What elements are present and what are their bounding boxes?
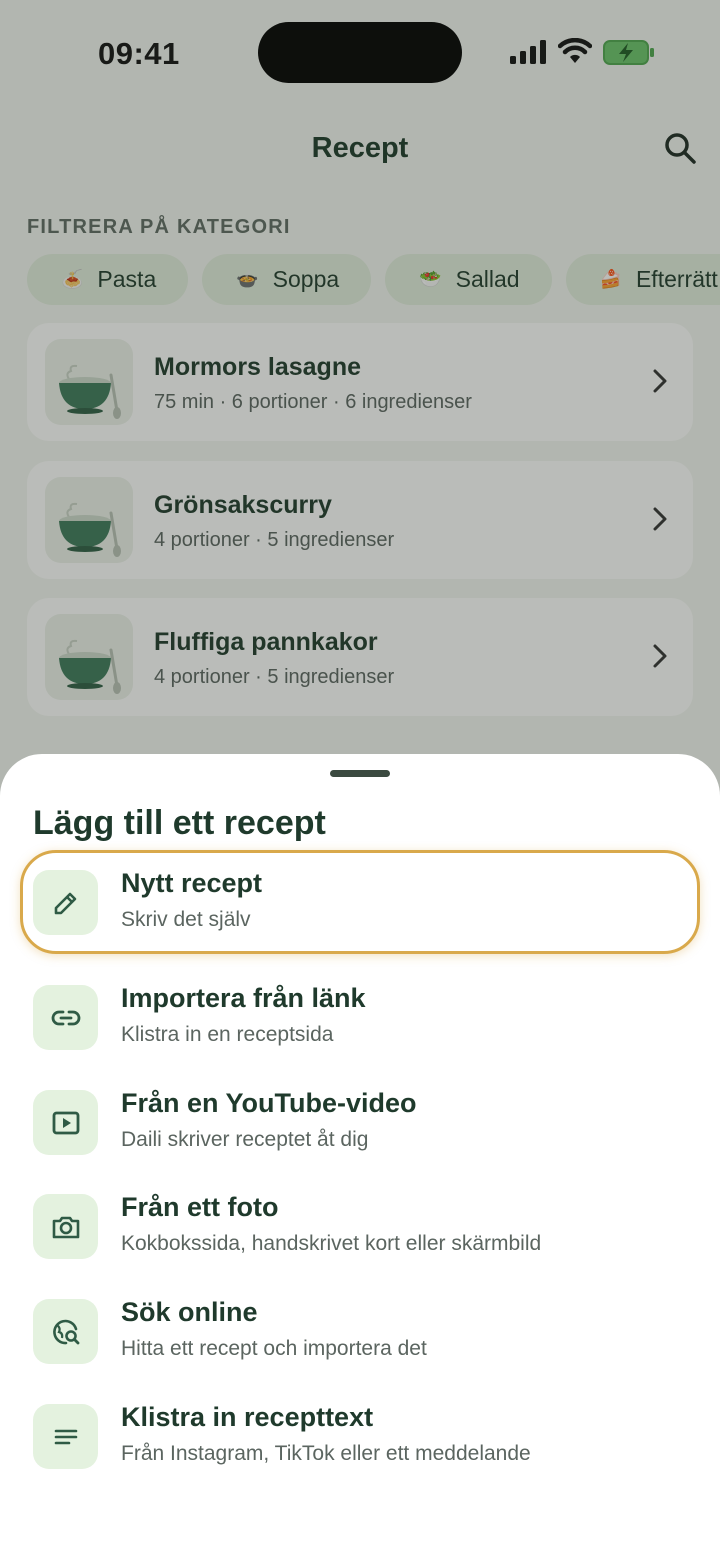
video-play-icon [33, 1090, 98, 1155]
option-subtitle: Daili skriver receptet åt dig [121, 1128, 369, 1151]
option-subtitle: Klistra in en receptsida [121, 1023, 334, 1046]
option-search-online[interactable]: Sök online Hitta ett recept och importer… [20, 1279, 700, 1383]
text-lines-icon [33, 1404, 98, 1469]
option-title: Klistra in recepttext [121, 1402, 374, 1432]
option-new-recipe[interactable]: Nytt recept Skriv det själv [20, 850, 700, 954]
pencil-icon [33, 870, 98, 935]
sheet-drag-handle[interactable] [330, 770, 390, 777]
option-import-link[interactable]: Importera från länk Klistra in en recept… [20, 965, 700, 1069]
option-photo[interactable]: Från ett foto Kokbokssida, handskrivet k… [20, 1174, 700, 1278]
option-subtitle: Från Instagram, TikTok eller ett meddela… [121, 1442, 531, 1465]
add-recipe-sheet: Lägg till ett recept Nytt recept Skriv d… [0, 754, 720, 1564]
option-title: Sök online [121, 1297, 258, 1327]
sheet-title: Lägg till ett recept [33, 804, 326, 842]
option-title: Nytt recept [121, 868, 263, 898]
globe-search-icon [33, 1299, 98, 1364]
option-subtitle: Hitta ett recept och importera det [121, 1337, 427, 1360]
option-title: Importera från länk [121, 983, 366, 1013]
option-subtitle: Skriv det själv [121, 908, 251, 931]
option-subtitle: Kokbokssida, handskrivet kort eller skär… [121, 1232, 542, 1255]
camera-icon [33, 1194, 98, 1259]
option-title: Från en YouTube-video [121, 1088, 417, 1118]
option-paste-text[interactable]: Klistra in recepttext Från Instagram, Ti… [20, 1384, 700, 1488]
option-youtube[interactable]: Från en YouTube-video Daili skriver rece… [20, 1070, 700, 1174]
link-icon [33, 985, 98, 1050]
option-title: Från ett foto [121, 1192, 279, 1222]
